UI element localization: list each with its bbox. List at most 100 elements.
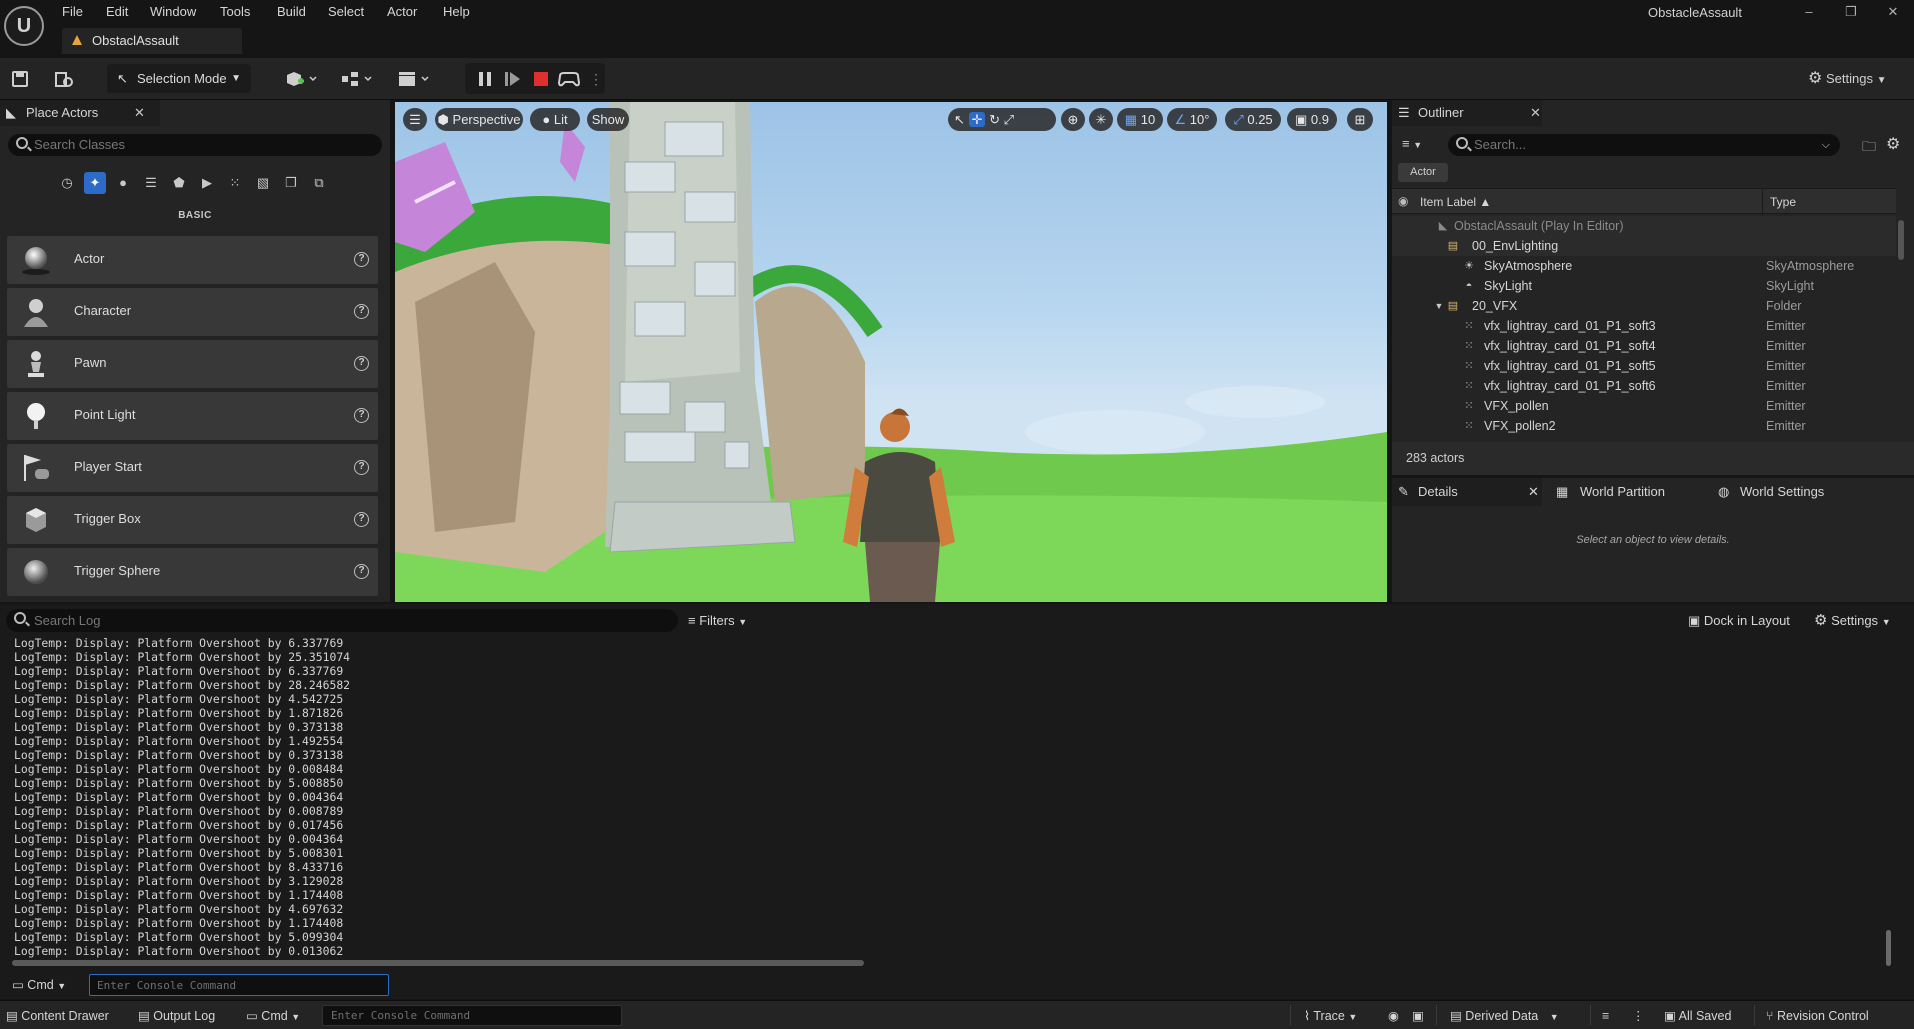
more-category-icon[interactable]: ⧉	[308, 172, 330, 194]
dock-in-layout-button[interactable]: ▣ Dock in Layout	[1688, 610, 1790, 632]
help-icon[interactable]: ?	[354, 304, 369, 319]
menu-help[interactable]: Help	[443, 3, 470, 21]
actor-filter-chip[interactable]: Actor	[1398, 163, 1448, 182]
help-icon[interactable]: ?	[354, 512, 369, 527]
basic-category-icon[interactable]: ✦	[84, 172, 106, 194]
log-settings-button[interactable]: ⚙ Settings ▼	[1814, 610, 1891, 632]
close-window-button[interactable]: ✕	[1878, 2, 1908, 22]
cmd-dropdown[interactable]: ▭ Cmd ▼	[12, 975, 66, 995]
perspective-button[interactable]: ⬢ Perspective	[435, 108, 523, 131]
viewport-layout-icon[interactable]: ⊞	[1347, 108, 1373, 131]
scale-snap-button[interactable]: ⤢ 0.25	[1225, 108, 1281, 131]
menu-window[interactable]: Window	[150, 3, 196, 21]
outliner-scrollbar[interactable]	[1898, 220, 1904, 260]
all-saved-button[interactable]: ▣ All Saved	[1664, 1006, 1731, 1026]
close-icon[interactable]: ✕	[134, 100, 145, 126]
possess-gamepad-icon[interactable]	[557, 69, 581, 89]
actor-item-player-start[interactable]: Player Start ?	[7, 444, 378, 492]
log-vertical-scrollbar[interactable]	[1886, 930, 1891, 966]
cinematic-category-icon[interactable]: ☰	[140, 172, 162, 194]
scale-tool-icon[interactable]: ⤢	[1004, 112, 1014, 127]
minimize-button[interactable]: –	[1794, 2, 1824, 22]
help-icon[interactable]: ?	[354, 564, 369, 579]
chevron-down-icon[interactable]: ⌵	[1822, 134, 1830, 156]
lights-category-icon[interactable]: ●	[112, 172, 134, 194]
level-tab[interactable]: ObstaclAssault	[62, 28, 242, 54]
tree-row[interactable]: ▤ 00_EnvLighting	[1392, 236, 1896, 256]
status-cmd-dropdown[interactable]: ▭ Cmd ▼	[246, 1006, 300, 1026]
help-icon[interactable]: ?	[354, 460, 369, 475]
screenshot-icon[interactable]: ▣	[1412, 1006, 1424, 1026]
help-icon[interactable]: ?	[354, 408, 369, 423]
menu-select[interactable]: Select	[328, 3, 364, 21]
all-classes-category-icon[interactable]: ❐	[280, 172, 302, 194]
tree-row[interactable]: ◣ ObstaclAssault (Play In Editor)	[1392, 216, 1896, 236]
tree-row[interactable]: ⁙ vfx_lightray_card_01_P1_soft6 Emitter	[1392, 376, 1896, 396]
add-folder-icon[interactable]: 🗀	[1862, 136, 1876, 160]
lit-button[interactable]: ● Lit	[530, 108, 580, 131]
details-tab[interactable]: ✎ Details ✕	[1392, 478, 1542, 506]
tree-row[interactable]: ▼ ▤ 20_VFX Folder	[1392, 296, 1896, 316]
add-actor-icon[interactable]	[282, 67, 322, 91]
menu-edit[interactable]: Edit	[106, 3, 128, 21]
level-viewport[interactable]: ☰ ⬢ Perspective ● Lit Show ↖ ✛ ↻ ⤢ ⊕ ✳ ▦…	[395, 102, 1387, 602]
derived-data-button[interactable]: ▤ Derived Data ▼	[1450, 1006, 1559, 1026]
log-output[interactable]: LogTemp: Display: Platform Overshoot by …	[14, 636, 1874, 958]
log-search-input[interactable]: Search Log	[6, 609, 678, 632]
tree-row[interactable]: ◓ SkyLight SkyLight	[1392, 276, 1896, 296]
trace-button[interactable]: ⌇ Trace ▼	[1304, 1006, 1357, 1026]
revision-control-button[interactable]: ⑂ Revision Control	[1766, 1006, 1869, 1026]
settings-button[interactable]: ⚙ Settings ▼	[1808, 66, 1886, 92]
eye-icon[interactable]: ◉	[1398, 194, 1408, 208]
type-column[interactable]: Type	[1770, 195, 1796, 209]
actor-item-actor[interactable]: Actor ?	[7, 236, 378, 284]
close-icon[interactable]: ✕	[1528, 478, 1539, 506]
chevron-down-icon[interactable]: ▼	[1432, 299, 1446, 313]
filter-dropdown[interactable]: ≡ ▼	[1402, 136, 1436, 156]
console-command-input[interactable]	[89, 974, 389, 996]
tree-row[interactable]: ☀ SkyAtmosphere SkyAtmosphere	[1392, 256, 1896, 276]
blueprint-icon[interactable]	[337, 67, 377, 91]
unreal-logo-icon[interactable]: U	[4, 6, 44, 46]
log-horizontal-scrollbar[interactable]	[12, 960, 864, 966]
recent-icon[interactable]: ◷	[56, 172, 78, 194]
pause-icon[interactable]	[475, 69, 495, 89]
selection-mode-dropdown[interactable]: ↖ Selection Mode ▼	[107, 64, 251, 93]
status-console-input[interactable]	[322, 1005, 622, 1026]
item-label-column[interactable]: Item Label ▲	[1420, 195, 1491, 209]
actor-item-character[interactable]: Character ?	[7, 288, 378, 336]
content-browser-icon[interactable]	[52, 67, 76, 91]
restore-button[interactable]: ❐	[1836, 2, 1866, 22]
outliner-tab[interactable]: ☰ Outliner ✕	[1392, 100, 1542, 126]
viewport-options-icon[interactable]: ☰	[403, 108, 427, 131]
more-options-icon[interactable]: ⋮	[1632, 1006, 1645, 1026]
help-icon[interactable]: ?	[354, 252, 369, 267]
menu-file[interactable]: File	[62, 3, 83, 21]
frame-skip-icon[interactable]	[503, 69, 523, 89]
rotate-tool-icon[interactable]: ↻	[989, 112, 1000, 127]
select-tool-icon[interactable]: ↖	[954, 112, 965, 127]
tree-row[interactable]: ⁙ VFX_pollen2 Emitter	[1392, 416, 1896, 436]
camera-speed-button[interactable]: ▣ 0.9	[1287, 108, 1337, 131]
help-icon[interactable]: ?	[354, 356, 369, 371]
save-icon[interactable]	[8, 67, 32, 91]
volumes-category-icon[interactable]: ▶	[196, 172, 218, 194]
show-button[interactable]: Show	[587, 108, 629, 131]
output-log-button[interactable]: ▤ Output Log	[138, 1006, 215, 1026]
tree-row[interactable]: ⁙ vfx_lightray_card_01_P1_soft3 Emitter	[1392, 316, 1896, 336]
actor-item-point-light[interactable]: Point Light ?	[7, 392, 378, 440]
geometry-category-icon[interactable]: ⁙	[224, 172, 246, 194]
gear-icon[interactable]: ⚙	[1886, 134, 1900, 154]
content-drawer-button[interactable]: ▤ Content Drawer	[6, 1006, 109, 1026]
source-control-icon[interactable]: ≡	[1602, 1006, 1609, 1026]
move-tool-icon[interactable]: ✛	[968, 112, 986, 127]
menu-tools[interactable]: Tools	[220, 3, 250, 21]
actor-item-pawn[interactable]: Pawn ?	[7, 340, 378, 388]
world-partition-tab[interactable]: ▦ World Partition	[1556, 478, 1706, 506]
shapes-category-icon[interactable]: ▧	[252, 172, 274, 194]
world-settings-tab[interactable]: ◍ World Settings	[1718, 478, 1868, 506]
outliner-search-input[interactable]: Search... ⌵	[1448, 134, 1840, 156]
world-local-icon[interactable]: ⊕	[1061, 108, 1085, 131]
rotation-snap-button[interactable]: ∠ 10°	[1167, 108, 1217, 131]
place-actors-tab[interactable]: ◣ Place Actors ✕	[0, 100, 160, 126]
